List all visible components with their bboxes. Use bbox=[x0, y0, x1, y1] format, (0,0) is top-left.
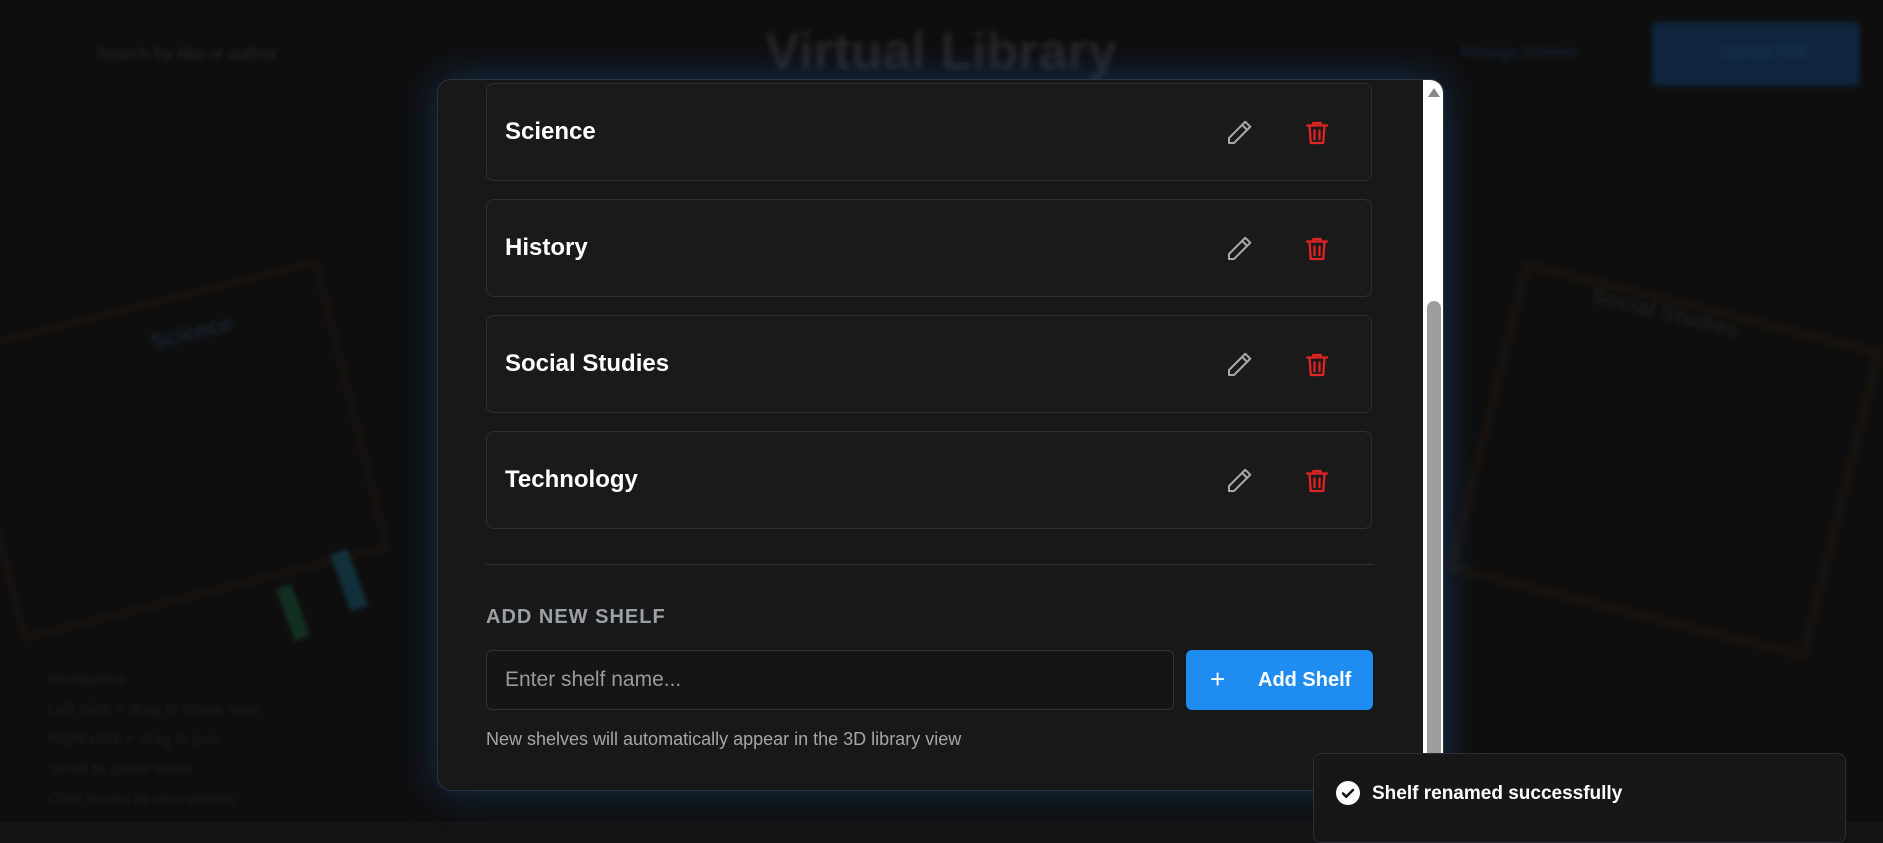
add-shelf-hint: New shelves will automatically appear in… bbox=[486, 729, 961, 750]
shelf-row-social-studies: Social Studies bbox=[486, 315, 1372, 413]
add-shelf-section-title: ADD NEW SHELF bbox=[486, 606, 666, 629]
edit-shelf-button[interactable] bbox=[1224, 118, 1254, 148]
shelf-row-technology: Technology bbox=[486, 431, 1372, 529]
scroll-up-arrow-icon[interactable] bbox=[1428, 88, 1440, 97]
scrollbar-thumb[interactable] bbox=[1427, 301, 1441, 791]
trash-icon bbox=[1302, 234, 1332, 264]
plus-icon: + bbox=[1210, 666, 1225, 692]
toast-message: Shelf renamed successfully bbox=[1372, 783, 1622, 805]
edit-shelf-button[interactable] bbox=[1224, 350, 1254, 380]
edit-shelf-button[interactable] bbox=[1224, 466, 1254, 496]
delete-shelf-button[interactable] bbox=[1302, 118, 1332, 148]
section-divider bbox=[486, 564, 1374, 565]
delete-shelf-button[interactable] bbox=[1302, 466, 1332, 496]
manage-shelves-modal: Science History Social Studies bbox=[437, 79, 1444, 791]
delete-shelf-button[interactable] bbox=[1302, 350, 1332, 380]
pencil-icon bbox=[1224, 118, 1254, 148]
add-shelf-button-label: Add Shelf bbox=[1258, 669, 1351, 692]
add-shelf-button[interactable]: + Add Shelf bbox=[1186, 650, 1373, 710]
shelf-name: Science bbox=[505, 118, 596, 146]
trash-icon bbox=[1302, 466, 1332, 496]
check-circle-icon bbox=[1336, 781, 1360, 805]
pencil-icon bbox=[1224, 234, 1254, 264]
pencil-icon bbox=[1224, 466, 1254, 496]
trash-icon bbox=[1302, 118, 1332, 148]
shelf-name: Social Studies bbox=[505, 350, 669, 378]
trash-icon bbox=[1302, 350, 1332, 380]
delete-shelf-button[interactable] bbox=[1302, 234, 1332, 264]
edit-shelf-button[interactable] bbox=[1224, 234, 1254, 264]
success-toast: Shelf renamed successfully bbox=[1313, 753, 1846, 843]
shelf-row-history: History bbox=[486, 199, 1372, 297]
shelf-name: Technology bbox=[505, 466, 638, 494]
shelf-name: History bbox=[505, 234, 588, 262]
shelf-name-input[interactable] bbox=[486, 650, 1174, 710]
modal-scrollbar[interactable] bbox=[1423, 80, 1444, 791]
shelf-row-science: Science bbox=[486, 83, 1372, 181]
pencil-icon bbox=[1224, 350, 1254, 380]
modal-scroll-area[interactable]: Science History Social Studies bbox=[438, 80, 1423, 791]
